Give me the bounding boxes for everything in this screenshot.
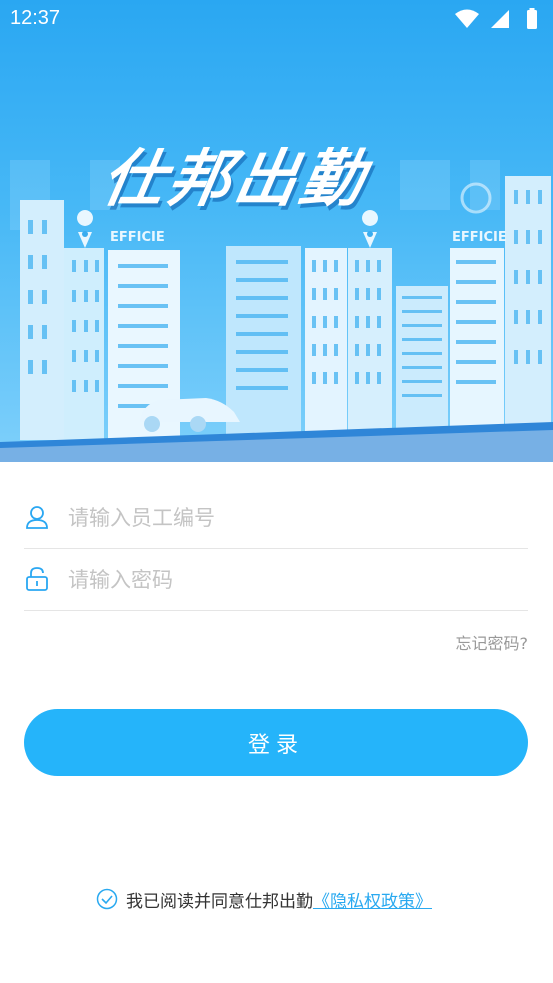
privacy-policy-link[interactable]: 《隐私权政策》 bbox=[313, 887, 432, 912]
check-circle-icon[interactable] bbox=[96, 888, 118, 910]
password-field bbox=[24, 548, 528, 611]
status-icons bbox=[455, 8, 537, 29]
wifi-icon bbox=[455, 9, 479, 28]
status-bar: 12:37 bbox=[0, 0, 553, 38]
app-logo: 仕邦出勤 bbox=[97, 128, 444, 215]
app-logo-text: 仕邦出勤 bbox=[96, 142, 374, 215]
password-input[interactable] bbox=[66, 562, 510, 598]
lock-icon bbox=[26, 567, 48, 591]
agreement-text: 我已阅读并同意仕邦出勤 bbox=[126, 891, 313, 912]
agreement-row: 我已阅读并同意仕邦出勤 《隐私权政策》 bbox=[96, 887, 432, 912]
forgot-password-link[interactable]: 忘记密码? bbox=[456, 630, 529, 654]
employee-id-input[interactable] bbox=[66, 500, 510, 536]
battery-icon bbox=[527, 10, 537, 29]
hero-banner: EFFICIE EFFICIE 仕邦出勤 12:37 bbox=[0, 0, 553, 462]
building-label: EFFICIE bbox=[452, 230, 507, 244]
building-label: EFFICIE bbox=[110, 230, 165, 244]
employee-id-field bbox=[24, 486, 528, 549]
user-icon bbox=[26, 506, 48, 529]
car-illustration bbox=[140, 398, 240, 432]
signal-icon bbox=[491, 10, 509, 28]
login-button[interactable]: 登录 bbox=[24, 709, 528, 776]
status-time: 12:37 bbox=[10, 7, 61, 29]
